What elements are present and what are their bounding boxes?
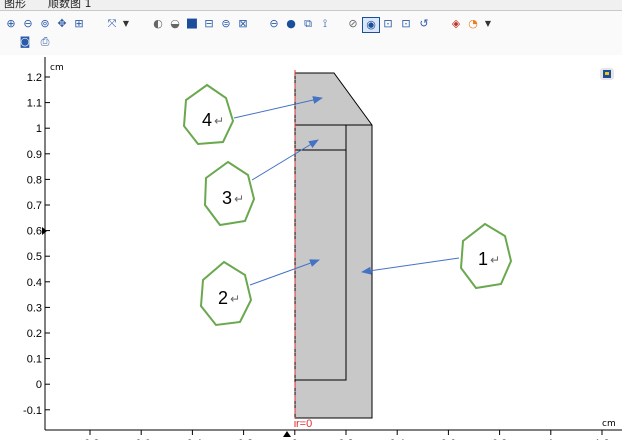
show-icon[interactable]: ●: [283, 17, 299, 31]
zoom-out-icon[interactable]: ⊖: [20, 17, 36, 31]
y-tick-label: 1.2: [27, 72, 42, 84]
axes-icon[interactable]: ⊡: [398, 17, 414, 31]
tab-bar: 图形 顺数图 1: [0, 0, 622, 11]
zoom-box-icon[interactable]: ⊚: [37, 17, 53, 31]
render-mode-icon[interactable]: ◉: [362, 17, 380, 33]
deselect-icon[interactable]: ⊠: [235, 17, 251, 31]
x-pointer-marker: [283, 431, 291, 437]
wireframe-icon[interactable]: ⊘: [345, 17, 361, 31]
scene-light-icon[interactable]: ◈: [448, 17, 464, 31]
x-tick-group: -0.8-0.6-0.4-0.200.20.40.60.811.2: [81, 430, 610, 444]
y-tick-label: 0.1: [27, 354, 42, 366]
callout-1-return-mark: ↵: [490, 253, 500, 267]
color-icon[interactable]: ◔: [465, 17, 481, 31]
y-tick-label: -0.1: [23, 405, 42, 417]
pan-icon[interactable]: ✥: [54, 17, 70, 31]
y-tick-label: 0.5: [27, 251, 42, 263]
y-tick-label: 0.4: [27, 277, 42, 289]
y-tick-label: 0: [36, 379, 42, 391]
callout-2-return-mark: ↵: [230, 292, 240, 306]
tab-graphics[interactable]: 图形: [4, 0, 26, 10]
chevron-down-icon[interactable]: ▼: [118, 17, 134, 31]
graphics-canvas[interactable]: cm cm 1.2 1.1 1 0.9 0.8 0.7 0.6 0.5 0.4 0.3 0.2 0.1…: [0, 55, 622, 444]
y-tick-label: 0.6: [27, 226, 42, 238]
callout-4-return-mark: ↵: [214, 114, 224, 128]
callout-2-number: 2: [218, 288, 228, 308]
y-tick-group: 1.2 1.1 1 0.9 0.8 0.7 0.6 0.5 0.4 0.3 0.2 0.1 0 -0.1: [23, 72, 50, 417]
print-icon[interactable]: ⎙: [37, 35, 53, 49]
transparency-icon[interactable]: ⟟: [317, 17, 333, 31]
graphics-toolbar: ⊕ ⊖ ⊚ ✥ ⊞ ⤧ ▼ ◐ ◒ ■ ⊟ ⊜ ⊠ ⊖ ● ⧉ ⟟ ⊘ ◉ ⊡ …: [0, 11, 622, 55]
chevron-down-icon[interactable]: ▼: [480, 17, 496, 31]
y-tick-label: 1: [36, 123, 42, 135]
zoom-in-icon[interactable]: ⊕: [3, 17, 19, 31]
camera-icon[interactable]: ◙: [17, 35, 33, 49]
y-tick-label: 0.9: [27, 149, 42, 161]
hide-icon[interactable]: ⊖: [266, 17, 282, 31]
r-zero-label: r=0: [296, 418, 312, 430]
y-tick-label: 1.1: [27, 98, 42, 110]
y-tick-label: 0.3: [27, 302, 42, 314]
callout-3-return-mark: ↵: [234, 192, 244, 206]
select-object-icon[interactable]: ◐: [150, 17, 166, 31]
plot-svg: cm cm 1.2 1.1 1 0.9 0.8 0.7 0.6 0.5 0.4 0.3 0.2 0.1…: [23, 57, 622, 444]
collapse-icon[interactable]: ⧉: [300, 17, 316, 31]
select-boundary-icon[interactable]: ■: [184, 17, 200, 31]
callout-1-arrow: [361, 257, 460, 275]
zoom-extents-icon[interactable]: ⊞: [71, 17, 87, 31]
y-tick-label: 0.2: [27, 328, 42, 340]
y-tick-label: 0.7: [27, 200, 42, 212]
reset-icon[interactable]: ↺: [416, 17, 432, 31]
select-edge-icon[interactable]: ⊟: [201, 17, 217, 31]
callout-4-number: 4: [202, 110, 212, 130]
select-domain-icon[interactable]: ◒: [167, 17, 183, 31]
select-point-icon[interactable]: ⊜: [218, 17, 234, 31]
grid-icon[interactable]: ⊡: [380, 17, 396, 31]
x-unit-label: cm: [602, 419, 616, 429]
y-unit-label: cm: [50, 63, 64, 73]
callout-1-number: 1: [478, 249, 488, 269]
tab-plot-1[interactable]: 顺数图 1: [48, 0, 92, 10]
callout-3-number: 3: [222, 188, 232, 208]
y-tick-label: 0.8: [27, 174, 42, 186]
